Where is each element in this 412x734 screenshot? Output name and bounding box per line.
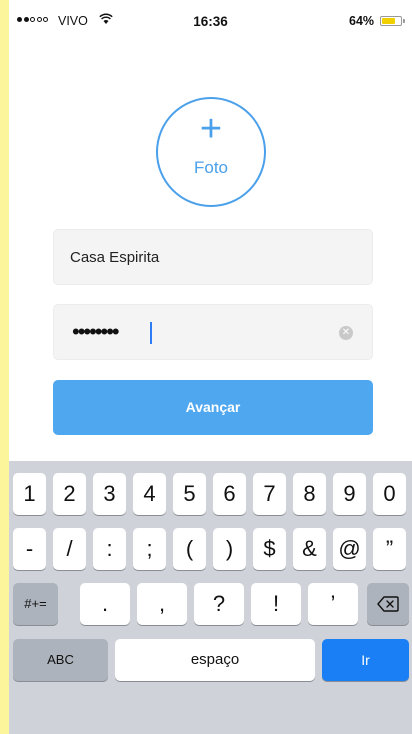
advance-button[interactable]: Avançar	[53, 380, 373, 435]
key-hyphen[interactable]: -	[13, 528, 46, 570]
key-3[interactable]: 3	[93, 473, 126, 515]
password-field[interactable]: •••••••• ✕	[53, 304, 373, 360]
key-open-paren[interactable]: (	[173, 528, 206, 570]
key-semicolon[interactable]: ;	[133, 528, 166, 570]
key-quote[interactable]: ”	[373, 528, 406, 570]
key-9[interactable]: 9	[333, 473, 366, 515]
key-dollar[interactable]: $	[253, 528, 286, 570]
key-4[interactable]: 4	[133, 473, 166, 515]
battery-icon	[380, 16, 402, 26]
key-ampersand[interactable]: &	[293, 528, 326, 570]
key-8[interactable]: 8	[293, 473, 326, 515]
key-period[interactable]: .	[80, 583, 130, 625]
key-0[interactable]: 0	[373, 473, 406, 515]
clear-icon[interactable]: ✕	[339, 326, 353, 340]
key-colon[interactable]: :	[93, 528, 126, 570]
key-abc[interactable]: ABC	[13, 639, 108, 681]
key-2[interactable]: 2	[53, 473, 86, 515]
key-close-paren[interactable]: )	[213, 528, 246, 570]
backspace-icon	[377, 596, 399, 612]
key-apostrophe[interactable]: ’	[308, 583, 358, 625]
key-1[interactable]: 1	[13, 473, 46, 515]
plus-icon: +	[199, 108, 223, 150]
name-field[interactable]	[53, 229, 373, 285]
text-cursor	[150, 322, 152, 344]
space-key[interactable]: espaço	[115, 639, 315, 681]
add-photo-button[interactable]: + Foto	[156, 97, 266, 207]
key-symbols-toggle[interactable]: #+=	[13, 583, 58, 625]
key-7[interactable]: 7	[253, 473, 286, 515]
key-6[interactable]: 6	[213, 473, 246, 515]
keyboard: 1 2 3 4 5 6 7 8 9 0 - / : ; ( ) $ & @ ” …	[9, 461, 412, 734]
photo-label: Foto	[193, 158, 229, 177]
backspace-key[interactable]	[367, 583, 409, 625]
password-value: ••••••••	[72, 319, 120, 344]
key-exclamation[interactable]: !	[251, 583, 301, 625]
key-comma[interactable]: ,	[137, 583, 187, 625]
key-slash[interactable]: /	[53, 528, 86, 570]
battery-percentage: 64%	[349, 14, 375, 28]
go-key[interactable]: Ir	[322, 639, 409, 681]
name-input[interactable]	[70, 230, 330, 284]
key-5[interactable]: 5	[173, 473, 206, 515]
battery-tip	[403, 19, 405, 23]
key-question[interactable]: ?	[194, 583, 244, 625]
key-at[interactable]: @	[333, 528, 366, 570]
app-screen: VIVO 16:36 64% + Foto •••••••• ✕ Avançar…	[9, 0, 412, 734]
status-bar: VIVO 16:36 64%	[9, 0, 412, 44]
